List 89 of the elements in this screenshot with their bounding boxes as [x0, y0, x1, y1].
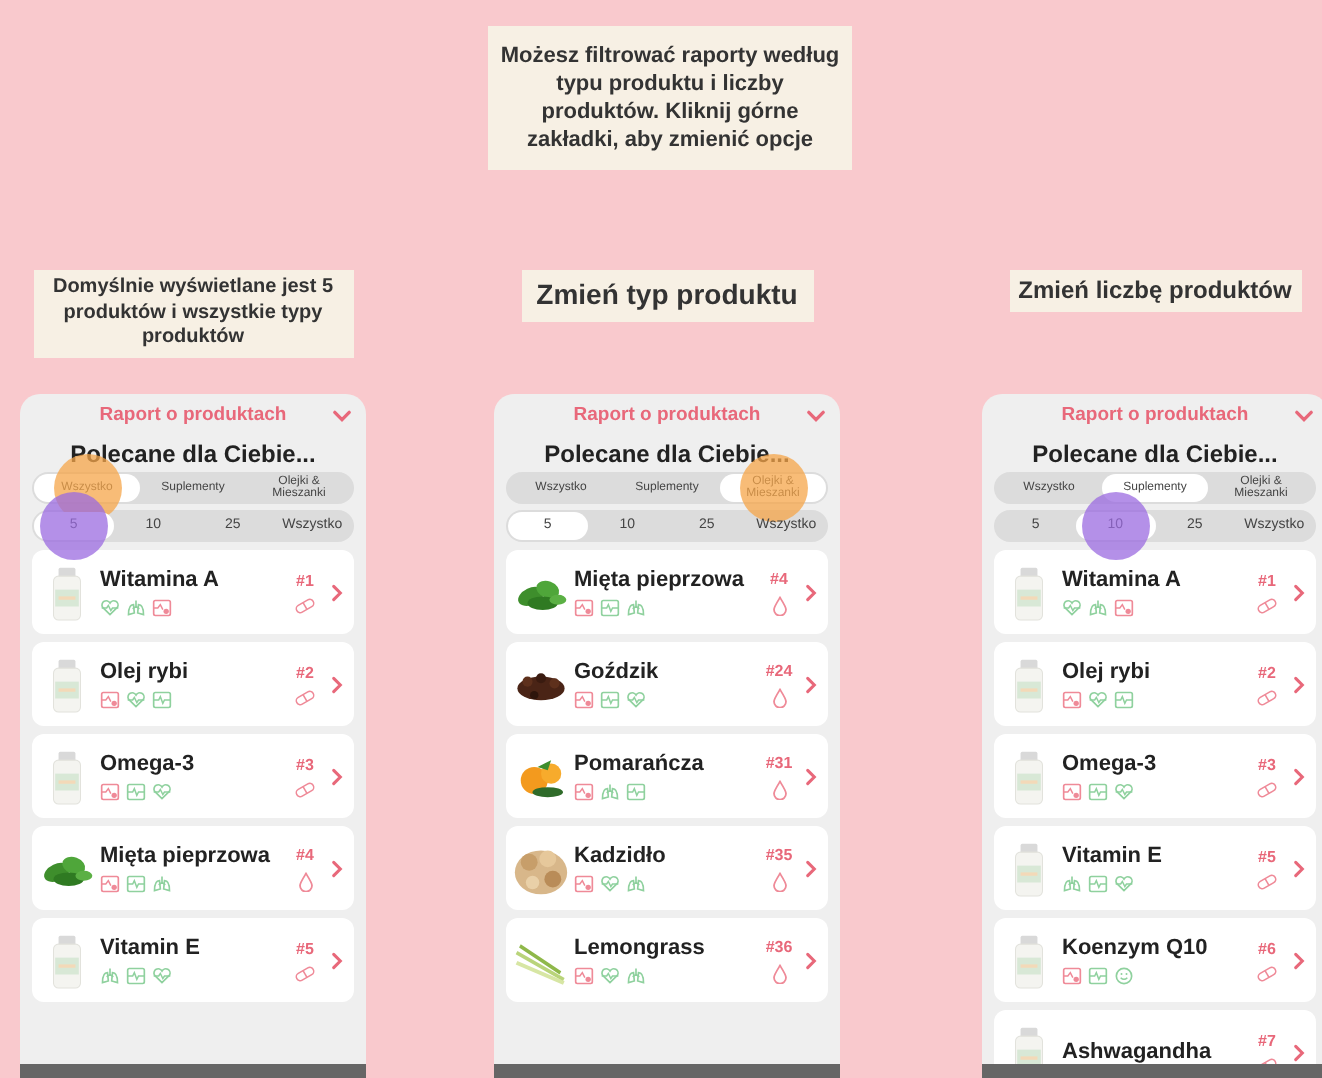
product-card[interactable]: Goździk #24	[506, 642, 828, 726]
drop-icon	[771, 964, 787, 984]
product-card[interactable]: Witamina A #1	[32, 550, 354, 634]
product-name: Koenzym Q10	[1062, 934, 1210, 962]
rank-label: #35	[765, 844, 793, 868]
rank-label: #6	[1258, 938, 1276, 962]
drop-icon	[771, 688, 787, 708]
chevron-right-icon	[326, 857, 348, 879]
product-card[interactable]: Vitamin E #5	[994, 826, 1316, 910]
product-name: Vitamin E	[1062, 842, 1164, 870]
capsule-icon	[294, 966, 316, 982]
caption-note: Zmień liczbę produktów	[1009, 270, 1301, 312]
product-name: Kadzidło	[574, 842, 668, 870]
chevron-right-icon	[326, 581, 348, 603]
product-card[interactable]: Vitamin E #5	[32, 918, 354, 1002]
product-card[interactable]: Mięta pieprzowa #4	[32, 826, 354, 910]
capsule-icon	[294, 690, 316, 706]
product-card[interactable]: Olej rybi #2	[994, 642, 1316, 726]
chevron-right-icon	[800, 581, 822, 603]
capsule-icon	[1256, 782, 1278, 798]
drop-icon	[771, 780, 787, 800]
rank-label: #36	[765, 936, 793, 960]
product-name: Witamina A	[1062, 566, 1183, 594]
chevron-right-icon	[800, 949, 822, 971]
product-name: Olej rybi	[100, 658, 191, 686]
header-title: Raport o produktach	[1061, 401, 1249, 430]
rank-label: #24	[765, 660, 793, 684]
chevron-right-icon	[326, 673, 348, 695]
rank-label: #31	[765, 752, 793, 776]
product-card[interactable]: Omega-3 #3	[32, 734, 354, 818]
caption-note: Zmień typ produktu	[521, 270, 813, 321]
rank-label: #5	[1258, 846, 1276, 870]
product-name: Mięta pieprzowa	[574, 566, 746, 594]
product-name: Ashwagandha	[1062, 1038, 1214, 1064]
rank-label: #7	[1258, 1030, 1276, 1054]
rank-label: #5	[296, 938, 314, 962]
product-card[interactable]: Omega-3 #3	[994, 734, 1316, 818]
rank-label: #4	[770, 568, 788, 592]
chevron-right-icon	[800, 673, 822, 695]
header-title: Raport o produktach	[99, 401, 287, 430]
chevron-right-icon	[1288, 765, 1310, 787]
rank-label: #4	[296, 844, 314, 868]
chevron-right-icon	[326, 949, 348, 971]
drop-icon	[771, 596, 787, 616]
section-title: Polecane dla Ciebie...	[70, 440, 316, 468]
product-name: Witamina A	[100, 566, 221, 594]
rank-label: #1	[296, 570, 314, 594]
rank-label: #3	[296, 754, 314, 778]
chevron-right-icon	[1288, 673, 1310, 695]
rank-label: #2	[1258, 662, 1276, 686]
chevron-right-icon	[1288, 949, 1310, 971]
product-name: Mięta pieprzowa	[100, 842, 272, 870]
section-title: Polecane dla Ciebie...	[1032, 440, 1278, 468]
product-name: Vitamin E	[100, 934, 202, 962]
product-name: Omega-3	[1062, 750, 1159, 778]
product-name: Olej rybi	[1062, 658, 1153, 686]
product-card[interactable]: Olej rybi #2	[32, 642, 354, 726]
drop-icon	[771, 872, 787, 892]
drop-icon	[297, 872, 313, 892]
intro-note: Możesz filtrować raporty według typu produktu i liczby produktów. Kliknij górne zakładki, aby zmienić opcje	[488, 26, 852, 170]
caption-note: Domyślnie wyświetlane jest 5 produktów i wszystkie typy produktów	[33, 270, 353, 357]
capsule-icon	[1256, 690, 1278, 706]
capsule-icon	[1256, 966, 1278, 982]
product-name: Pomarańcza	[574, 750, 706, 778]
capsule-icon	[294, 598, 316, 614]
capsule-icon	[294, 782, 316, 798]
section-title: Polecane dla Ciebie...	[544, 440, 790, 468]
chevron-right-icon	[800, 765, 822, 787]
rank-label: #2	[296, 662, 314, 686]
chevron-right-icon	[1288, 857, 1310, 879]
chevron-right-icon	[1288, 1041, 1310, 1063]
product-card[interactable]: Ashwagandha #7	[994, 1010, 1316, 1064]
product-card[interactable]: Pomarańcza #31	[506, 734, 828, 818]
capsule-icon	[1256, 598, 1278, 614]
product-name: Goździk	[574, 658, 661, 686]
chevron-right-icon	[800, 857, 822, 879]
header-title: Raport o produktach	[573, 401, 761, 430]
chevron-right-icon	[1288, 581, 1310, 603]
rank-label: #3	[1258, 754, 1276, 778]
product-name: Omega-3	[100, 750, 197, 778]
capsule-icon	[1256, 874, 1278, 890]
product-card[interactable]: Kadzidło #35	[506, 826, 828, 910]
chevron-right-icon	[326, 765, 348, 787]
product-card[interactable]: Mięta pieprzowa #4	[506, 550, 828, 634]
product-card[interactable]: Lemongrass #36	[506, 918, 828, 1002]
rank-label: #1	[1258, 570, 1276, 594]
product-card[interactable]: Koenzym Q10 #6	[994, 918, 1316, 1002]
product-card[interactable]: Witamina A #1	[994, 550, 1316, 634]
product-name: Lemongrass	[574, 934, 707, 962]
